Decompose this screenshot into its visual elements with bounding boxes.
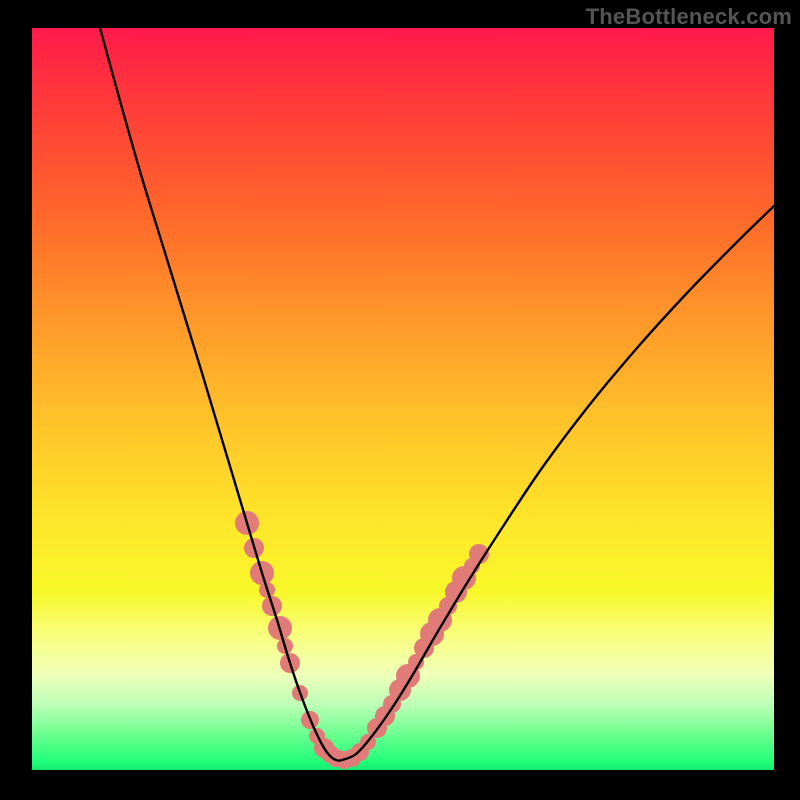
- marker-layer: [235, 511, 489, 769]
- chart-svg: [32, 28, 774, 770]
- plot-area: [32, 28, 774, 770]
- chart-canvas: TheBottleneck.com: [0, 0, 800, 800]
- bottleneck-curve: [100, 28, 774, 761]
- watermark-label: TheBottleneck.com: [586, 4, 792, 30]
